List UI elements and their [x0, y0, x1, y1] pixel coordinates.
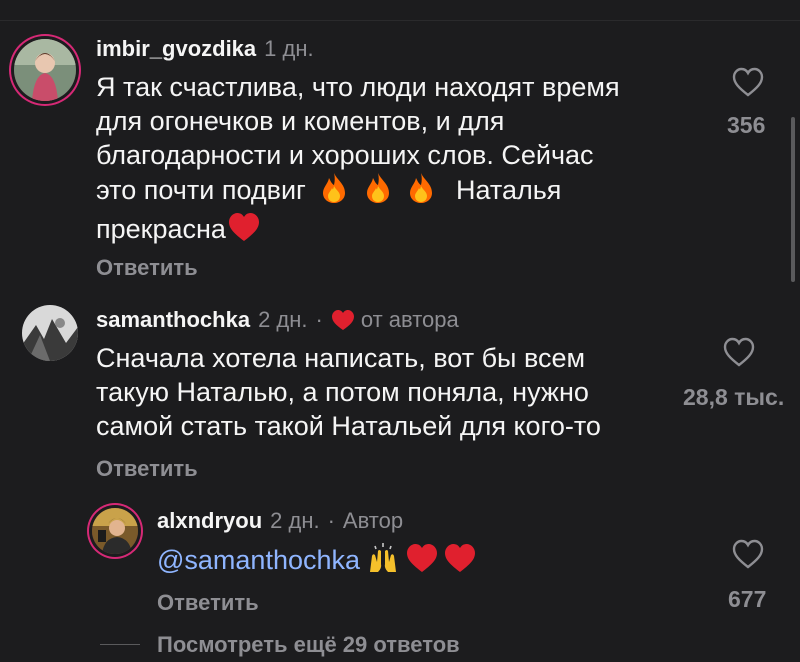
like-count: 28,8 тыс. [683, 384, 785, 410]
comment-text-segment: это почти подвиг [96, 175, 306, 206]
comment-text-line: Сначала хотела написать, вот бы всем [96, 343, 586, 373]
reply-button[interactable]: Ответить [157, 590, 259, 616]
raised-hands-emoji-icon [366, 542, 400, 582]
reply-button[interactable]: Ответить [96, 456, 198, 482]
avatar[interactable] [92, 508, 138, 554]
comment-text-segment: прекрасна [96, 214, 226, 245]
avatar-image [22, 305, 78, 361]
reply-button[interactable]: Ответить [96, 255, 198, 281]
author-role: Автор [342, 508, 404, 533]
comment-text: Сначала хотела написать, вот бы всем так… [96, 341, 601, 443]
username[interactable]: samanthochka [96, 307, 250, 333]
separator-dot: · [327, 508, 335, 533]
timestamp: 2 дн. [270, 508, 320, 533]
avatar[interactable] [22, 305, 78, 361]
comment-text-segment: Наталья [455, 175, 562, 206]
fire-emoji-icon [363, 172, 393, 212]
heart-outline-icon[interactable] [722, 335, 756, 369]
view-more-divider [100, 644, 140, 645]
like-count: 356 [727, 112, 766, 138]
red-heart-emoji-icon [406, 543, 438, 581]
separator-dot: · [315, 307, 323, 332]
comment-text: @samanthochka [157, 542, 476, 582]
comment-header: samanthochka 2 дн. · от автора [96, 307, 459, 333]
view-more-replies-button[interactable]: Посмотреть ещё 29 ответов [157, 632, 460, 658]
comment-text-line: прекрасна [96, 212, 620, 250]
comment-text-line: такую Наталью, а потом поняла, нужно [96, 377, 589, 407]
mention-link[interactable]: @samanthochka [157, 545, 360, 575]
scrollbar[interactable] [791, 117, 795, 282]
top-divider [0, 20, 800, 21]
fire-emoji-icon [406, 172, 436, 212]
fire-emoji-icon [319, 172, 349, 212]
timestamp: 2 дн. [258, 307, 308, 332]
comment-text-line: для огонечков и коментов, и для [96, 106, 505, 136]
heart-outline-icon[interactable] [731, 537, 765, 571]
comment-text: Я так счастлива, что люди находят время … [96, 70, 620, 250]
comment-text-line: самой стать такой Натальей для кого-то [96, 411, 601, 441]
red-heart-emoji-icon [228, 212, 260, 250]
avatar-image [14, 39, 76, 101]
red-heart-emoji-icon [444, 543, 476, 581]
username[interactable]: imbir_gvozdika [96, 36, 256, 62]
comment-header: imbir_gvozdika 1 дн. [96, 36, 314, 62]
timestamp: 1 дн. [264, 36, 314, 61]
comment-header: alxndryou 2 дн. · Автор [157, 508, 403, 534]
avatar-image [92, 508, 138, 554]
comment-text-line: это почти подвиг Наталья [96, 172, 620, 212]
author-liked-heart-icon [331, 309, 355, 331]
avatar[interactable] [14, 39, 76, 101]
author-badge: от автора [360, 307, 459, 332]
comment-text-line: Я так счастлива, что люди находят время [96, 72, 620, 102]
heart-outline-icon[interactable] [731, 65, 765, 99]
like-count: 677 [728, 586, 767, 612]
comment-text-line: благодарности и хороших слов. Сейчас [96, 140, 594, 170]
username[interactable]: alxndryou [157, 508, 262, 534]
